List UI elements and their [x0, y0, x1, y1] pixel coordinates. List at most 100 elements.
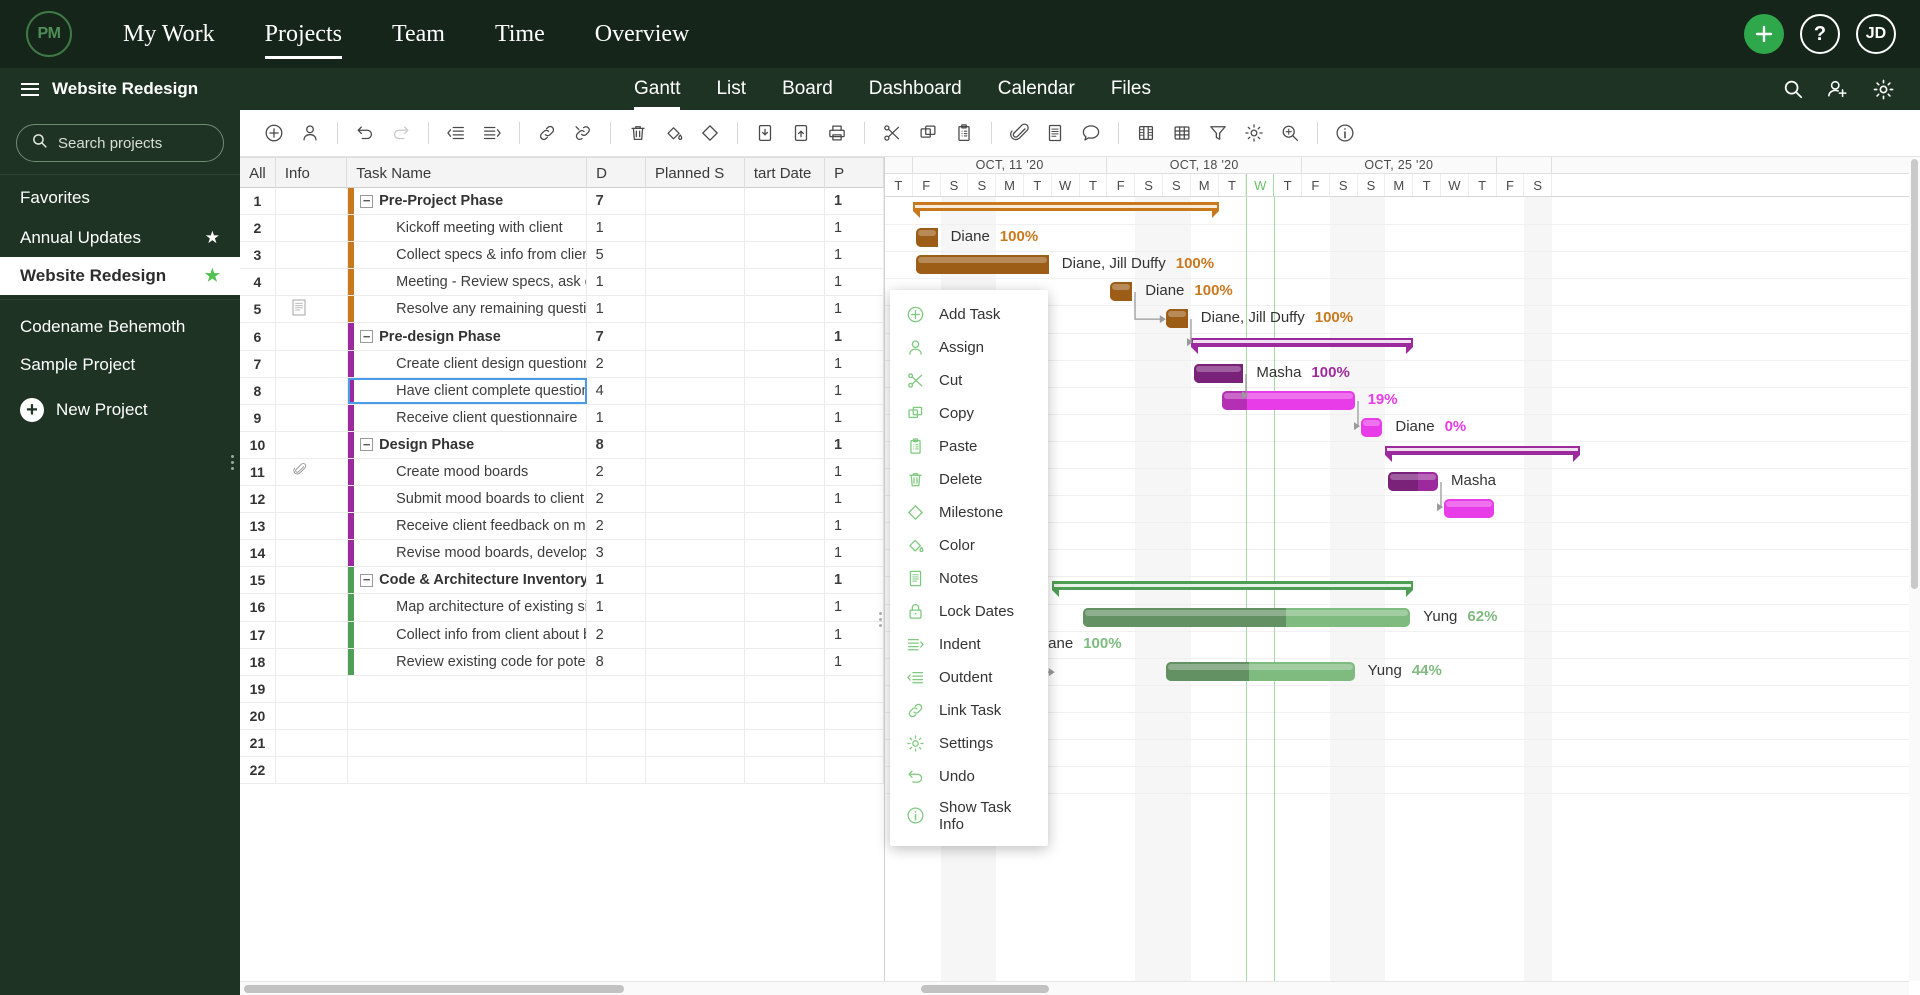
filter-icon[interactable]: [1200, 115, 1236, 151]
add-task-icon[interactable]: [256, 115, 292, 151]
task-planned-start[interactable]: [646, 215, 745, 242]
table-row[interactable]: 15−Code & Architecture Inventory Phase11: [240, 567, 884, 595]
import-icon[interactable]: [747, 115, 783, 151]
task-start-date[interactable]: [745, 702, 825, 729]
row-info-cell[interactable]: [276, 350, 349, 377]
gantt-summary-bar[interactable]: [1051, 581, 1414, 598]
milestone-icon[interactable]: [692, 115, 728, 151]
context-menu-item-undo[interactable]: Undo: [890, 760, 1048, 793]
grid-icon[interactable]: [1164, 115, 1200, 151]
task-duration[interactable]: 1: [587, 215, 646, 242]
column-header-all[interactable]: All: [240, 158, 276, 189]
copy-icon[interactable]: [910, 115, 946, 151]
task-priority[interactable]: [825, 729, 884, 756]
column-header-tart-date[interactable]: tart Date: [745, 158, 826, 189]
settings-icon[interactable]: [1236, 115, 1272, 151]
unlink-task-icon[interactable]: [565, 115, 601, 151]
task-planned-start[interactable]: [646, 431, 745, 458]
task-duration[interactable]: 8: [587, 431, 646, 458]
task-duration[interactable]: 8: [587, 648, 646, 675]
gantt-summary-bar[interactable]: [1385, 445, 1580, 462]
gantt-vertical-scrollbar[interactable]: [1909, 157, 1920, 981]
row-info-cell[interactable]: [276, 404, 349, 431]
info-icon[interactable]: [1327, 115, 1363, 151]
gantt-task-bar[interactable]: [1388, 472, 1438, 491]
outdent-icon[interactable]: [438, 115, 474, 151]
table-row[interactable]: 10 − Design Phase 8 1: [240, 431, 884, 459]
task-start-date[interactable]: [745, 621, 825, 648]
tab-gantt[interactable]: Gantt: [616, 68, 698, 110]
task-planned-start[interactable]: [646, 242, 745, 269]
task-planned-start[interactable]: [646, 648, 745, 675]
color-icon[interactable]: [656, 115, 692, 151]
task-duration[interactable]: 1: [587, 404, 646, 431]
task-priority[interactable]: 1: [825, 567, 884, 594]
star-filled-icon[interactable]: ★: [205, 266, 220, 286]
task-duration[interactable]: 1: [587, 296, 646, 323]
attachment-icon[interactable]: [292, 461, 307, 482]
sidebar-resize-handle[interactable]: [231, 455, 234, 470]
task-name-cell[interactable]: Revise mood boards, develop palette: [348, 540, 587, 567]
sidebar-item-sample-project[interactable]: Sample Project: [0, 346, 240, 384]
search-projects-box[interactable]: [16, 124, 224, 162]
table-row[interactable]: 17 Collect info from client about backer2…: [240, 621, 884, 649]
star-outline-icon[interactable]: ★: [205, 228, 220, 248]
task-name-cell[interactable]: Kickoff meeting with client: [348, 215, 587, 242]
zoom-icon[interactable]: [1272, 115, 1308, 151]
task-start-date[interactable]: [745, 756, 825, 784]
task-start-date[interactable]: [745, 486, 825, 513]
row-info-cell[interactable]: [276, 458, 349, 486]
sidebar-item-codename-behemoth[interactable]: Codename Behemoth: [0, 308, 240, 346]
task-planned-start[interactable]: [646, 296, 745, 323]
row-info-cell[interactable]: [276, 729, 349, 756]
task-start-date[interactable]: [745, 513, 825, 540]
context-menu-item-show-task-info[interactable]: Show Task Info: [890, 793, 1048, 838]
task-planned-start[interactable]: [646, 458, 745, 486]
cut-icon[interactable]: [874, 115, 910, 151]
table-horizontal-scrollbar[interactable]: [240, 981, 885, 995]
task-planned-start[interactable]: [646, 567, 745, 594]
tab-calendar[interactable]: Calendar: [980, 68, 1093, 110]
gear-icon[interactable]: [1872, 78, 1895, 101]
task-duration[interactable]: 5: [587, 242, 646, 269]
task-name-cell[interactable]: Submit mood boards to client for fee: [348, 486, 587, 513]
task-name-cell[interactable]: Receive client feedback on moodboa: [348, 513, 587, 540]
task-planned-start[interactable]: [646, 621, 745, 648]
task-duration[interactable]: [587, 702, 646, 729]
task-priority[interactable]: 1: [825, 594, 884, 621]
task-name-cell[interactable]: − Pre-design Phase: [348, 323, 587, 350]
task-planned-start[interactable]: [646, 404, 745, 431]
task-priority[interactable]: 1: [825, 648, 884, 675]
table-row[interactable]: 1 − Pre-Project Phase 7 1: [240, 188, 884, 216]
task-priority[interactable]: 1: [825, 377, 884, 404]
undo-icon[interactable]: [347, 115, 383, 151]
task-start-date[interactable]: [745, 458, 825, 486]
task-priority[interactable]: 1: [825, 188, 884, 215]
task-name-cell[interactable]: [348, 729, 587, 756]
context-menu-item-delete[interactable]: Delete: [890, 463, 1048, 496]
task-start-date[interactable]: [745, 540, 825, 567]
assign-person-icon[interactable]: [292, 115, 328, 151]
task-name-cell[interactable]: Collect specs & info from client: [348, 242, 587, 269]
task-planned-start[interactable]: [646, 594, 745, 621]
gantt-task-bar[interactable]: [1193, 363, 1244, 383]
task-duration[interactable]: 2: [587, 513, 646, 540]
task-start-date[interactable]: [745, 296, 825, 323]
task-priority[interactable]: 1: [825, 540, 884, 567]
task-duration[interactable]: 1: [587, 269, 646, 296]
search-icon[interactable]: [1782, 78, 1804, 100]
task-duration[interactable]: 2: [587, 350, 646, 377]
question-mark-icon[interactable]: ?: [1800, 14, 1840, 54]
paste-icon[interactable]: [946, 115, 982, 151]
table-row[interactable]: 2 Kickoff meeting with client 1 1: [240, 215, 884, 243]
task-priority[interactable]: 1: [825, 621, 884, 648]
task-name-cell[interactable]: Map architecture of existing site: [348, 594, 587, 621]
row-info-cell[interactable]: [276, 431, 349, 458]
task-start-date[interactable]: [745, 269, 825, 296]
table-row[interactable]: 22: [240, 756, 884, 785]
table-row[interactable]: 21: [240, 729, 884, 757]
task-priority[interactable]: 1: [825, 269, 884, 296]
table-row[interactable]: 8 Have client complete questionnaire4 1: [240, 377, 884, 405]
task-name-cell[interactable]: [348, 675, 587, 702]
columns-icon[interactable]: [1128, 115, 1164, 151]
